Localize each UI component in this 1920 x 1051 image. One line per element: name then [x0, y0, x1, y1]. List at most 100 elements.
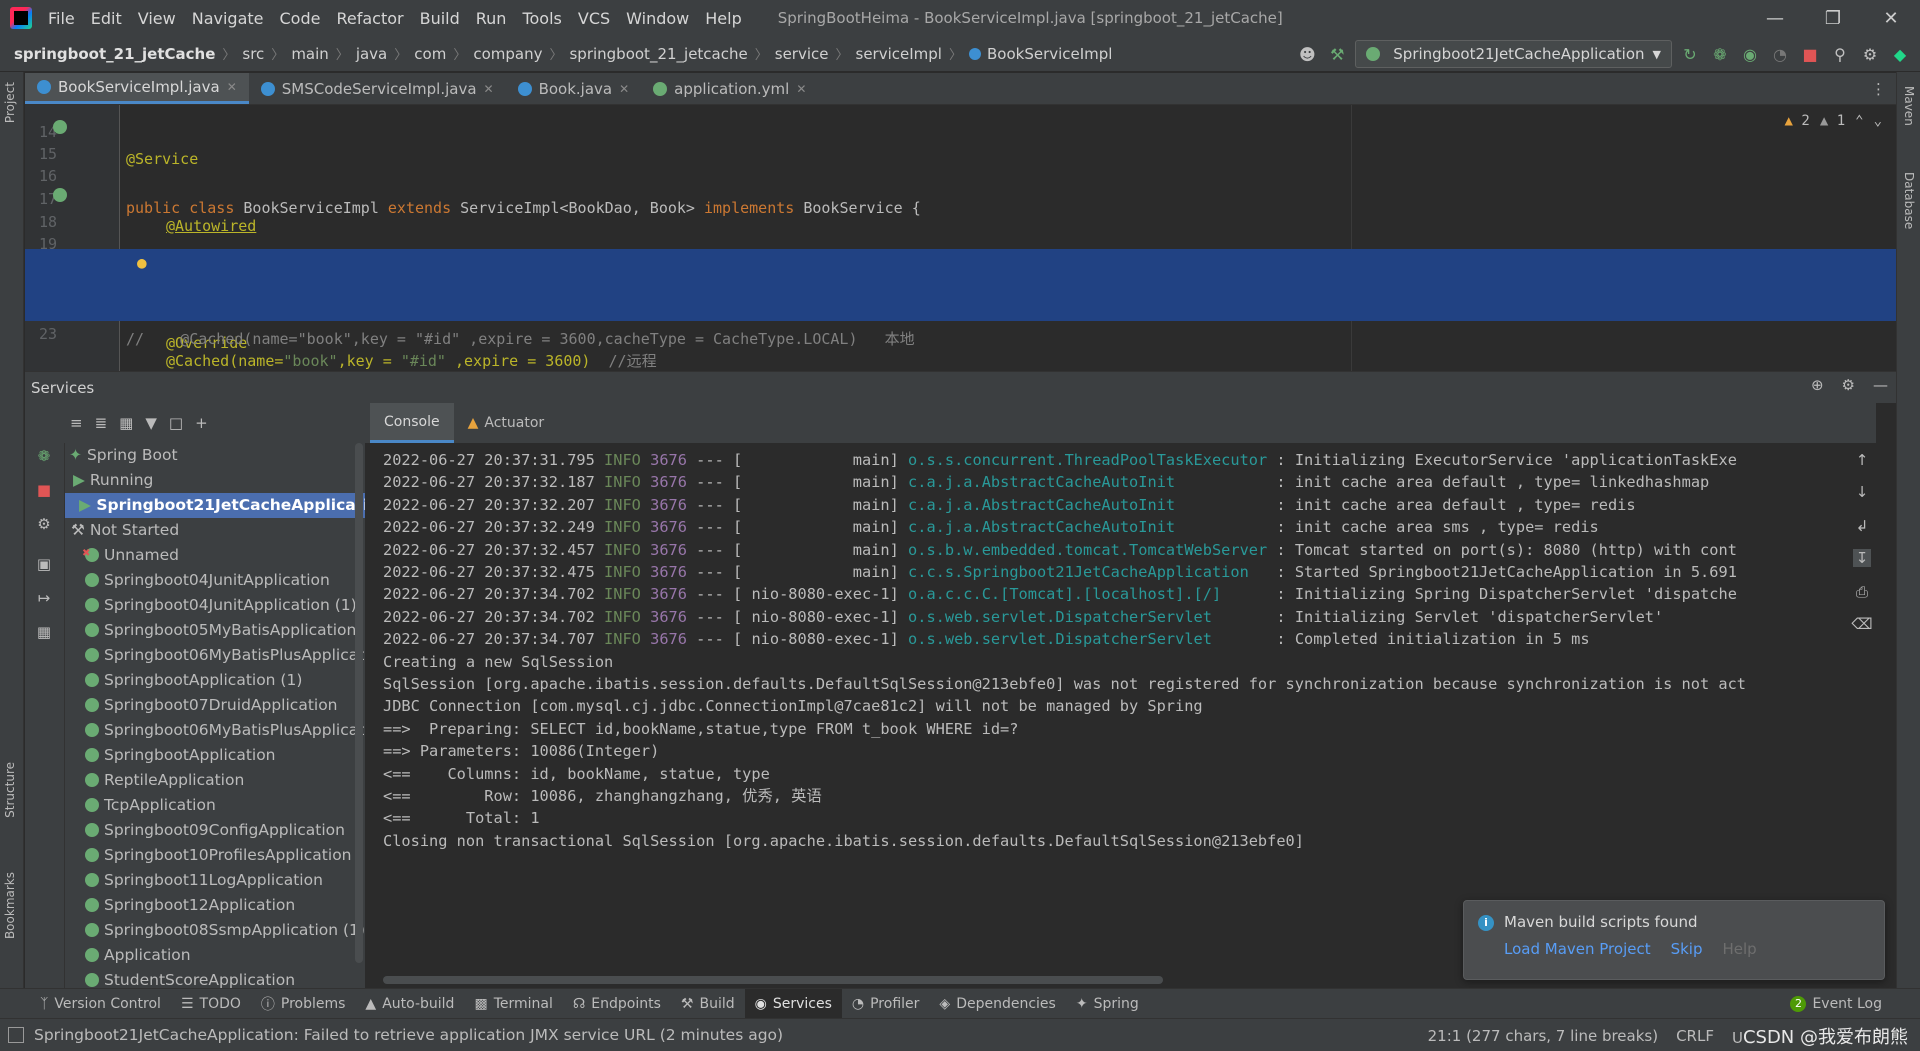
menu-edit[interactable]: Edit [83, 9, 130, 28]
collapse-all-icon[interactable]: ≣ [95, 414, 108, 432]
skip-link[interactable]: Skip [1671, 940, 1703, 958]
filter-icon[interactable]: ▼ [145, 414, 157, 432]
tree-item[interactable]: Springboot12Application [65, 893, 365, 918]
tree-item[interactable]: ReptileApplication [65, 768, 365, 793]
tool-spring[interactable]: ✦ Spring [1066, 989, 1149, 1018]
crumb-package[interactable]: springboot_21_jetcache [569, 45, 747, 63]
status-message[interactable]: Springboot21JetCacheApplication: Failed … [0, 1026, 783, 1044]
rerun-icon[interactable]: ↻ [1678, 42, 1702, 66]
toggle-tool-windows-icon[interactable] [8, 1027, 24, 1043]
add-icon[interactable]: + [195, 414, 208, 432]
tree-group-spring-boot[interactable]: ✦ Spring Boot [65, 443, 365, 468]
arrow-up-icon[interactable]: ↑ [1853, 451, 1871, 469]
help-link[interactable]: Help [1723, 940, 1757, 958]
tree-item[interactable]: Springboot05MyBatisApplication [65, 618, 365, 643]
menu-help[interactable]: Help [697, 9, 749, 28]
build-hammer-icon[interactable]: ⚒ [1325, 42, 1349, 66]
menu-build[interactable]: Build [412, 9, 468, 28]
tree-item[interactable]: SpringbootApplication [65, 743, 365, 768]
tab-bookserviceimpl[interactable]: BookServiceImpl.java ✕ [25, 73, 249, 104]
user-icon[interactable]: ☻ [1295, 42, 1319, 66]
crumb-src[interactable]: src [242, 45, 264, 63]
structure-tool-label[interactable]: Structure [3, 762, 17, 818]
tree-group-not-started[interactable]: ⚒ Not Started [65, 518, 365, 543]
close-icon[interactable]: ✕ [619, 82, 629, 96]
tree-item-running-app[interactable]: ▶ Springboot21JetCacheApplication [65, 493, 365, 518]
search-icon[interactable]: ⚲ [1828, 42, 1852, 66]
tree-item[interactable]: Springboot06MyBatisPlusApplication [65, 718, 365, 743]
chevron-up-icon[interactable]: ⌃ [1855, 113, 1863, 129]
plugin-icon[interactable]: ◆ [1888, 42, 1912, 66]
minimize-icon[interactable]: — [1746, 0, 1804, 36]
bookmarks-tool-label[interactable]: Bookmarks [3, 872, 17, 939]
code-editor[interactable]: 14 @Service 15 public class BookServiceI… [25, 105, 1896, 371]
tool-profiler[interactable]: ◔ Profiler [842, 989, 930, 1018]
tree-item[interactable]: Springboot11LogApplication [65, 868, 365, 893]
group-by-icon[interactable]: ▦ [119, 414, 133, 432]
close-icon[interactable]: ✕ [484, 82, 494, 96]
event-log-button[interactable]: 2 Event Log [1790, 989, 1882, 1019]
project-tool-label[interactable]: Project [3, 82, 17, 123]
crumb-project[interactable]: springboot_21_jetCache [14, 45, 215, 63]
tree-item[interactable]: Springboot06MyBatisPlusApplication [65, 643, 365, 668]
menu-tools[interactable]: Tools [514, 9, 569, 28]
stop-icon[interactable]: ■ [1798, 42, 1822, 66]
camera-icon[interactable]: ▣ [33, 553, 55, 575]
trash-icon[interactable]: ⌫ [1851, 615, 1872, 633]
arrow-down-icon[interactable]: ↓ [1853, 483, 1871, 501]
tool-build[interactable]: ⚒ Build [671, 989, 745, 1018]
close-icon[interactable]: ✕ [796, 82, 806, 96]
tree-item[interactable]: Springboot07DruidApplication [65, 693, 365, 718]
gear-icon[interactable]: ⚙ [1842, 376, 1855, 394]
line-separator[interactable]: CRLF [1676, 1027, 1714, 1045]
profile-icon[interactable]: ◔ [1768, 42, 1792, 66]
more-tabs-icon[interactable]: ⋮ [1871, 73, 1896, 104]
tool-auto-build[interactable]: ▲ Auto-build [355, 989, 464, 1018]
spring-bean-gutter-icon[interactable] [53, 120, 67, 134]
layout-icon[interactable]: ▦ [33, 621, 55, 643]
crumb-java[interactable]: java [356, 45, 387, 63]
scroll-to-end-icon[interactable]: ↧ [1853, 549, 1871, 567]
tool-endpoints[interactable]: ☊ Endpoints [563, 989, 671, 1018]
tab-application-yml[interactable]: application.yml ✕ [641, 73, 818, 104]
menu-run[interactable]: Run [468, 9, 515, 28]
load-maven-project-link[interactable]: Load Maven Project [1504, 940, 1651, 958]
crumb-service[interactable]: service [775, 45, 829, 63]
crumb-main[interactable]: main [291, 45, 328, 63]
expand-all-icon[interactable]: ≡ [70, 414, 83, 432]
tool-version-control[interactable]: ᛉ Version Control [30, 989, 171, 1018]
tree-item[interactable]: Unnamed [65, 541, 365, 568]
stop-icon[interactable]: ■ [33, 479, 55, 501]
tree-scrollbar[interactable] [355, 443, 363, 963]
file-encoding[interactable]: UCSDN @我爱布朗熊 [1732, 1023, 1908, 1049]
tool-services[interactable]: ◉ Services [744, 989, 842, 1018]
close-icon[interactable]: ✕ [227, 80, 237, 94]
soft-wrap-icon[interactable]: ↲ [1853, 517, 1871, 535]
tool-terminal[interactable]: ▩ Terminal [464, 989, 562, 1018]
inspection-widget[interactable]: ▲ 2 ▲ 1 ⌃ ⌄ [1785, 113, 1883, 129]
maven-tool-label[interactable]: Maven [1902, 86, 1916, 126]
tree-item[interactable]: Springboot04JunitApplication [65, 568, 365, 593]
tab-smscodeserviceimpl[interactable]: SMSCodeServiceImpl.java ✕ [249, 73, 506, 104]
tool-todo[interactable]: ☰ TODO [171, 989, 251, 1018]
crumb-company[interactable]: company [473, 45, 542, 63]
run-configuration-dropdown[interactable]: Springboot21JetCacheApplication ▼ [1355, 40, 1672, 68]
menu-navigate[interactable]: Navigate [184, 9, 272, 28]
menu-window[interactable]: Window [618, 9, 697, 28]
coverage-icon[interactable]: ◉ [1738, 42, 1762, 66]
tree-item[interactable]: Application [65, 943, 365, 968]
close-window-icon[interactable]: ✕ [1862, 0, 1920, 36]
database-tool-label[interactable]: Database [1902, 172, 1916, 229]
tab-actuator[interactable]: ▲ Actuator [454, 403, 559, 443]
crosshair-icon[interactable]: ⊕ [1811, 376, 1824, 394]
tree-group-running[interactable]: ▶ Running [65, 468, 365, 493]
menu-view[interactable]: View [130, 9, 184, 28]
tree-item[interactable]: TcpApplication [65, 793, 365, 818]
wrench-icon[interactable]: ⚙ [33, 513, 55, 535]
tool-problems[interactable]: ⓘ Problems [251, 989, 356, 1018]
gear-icon[interactable]: ⚙ [1858, 42, 1882, 66]
chevron-down-icon[interactable]: ⌄ [1874, 113, 1882, 129]
tree-item[interactable]: Springboot10ProfilesApplication [65, 843, 365, 868]
debug-icon[interactable]: ❁ [1708, 42, 1732, 66]
menu-code[interactable]: Code [272, 9, 329, 28]
